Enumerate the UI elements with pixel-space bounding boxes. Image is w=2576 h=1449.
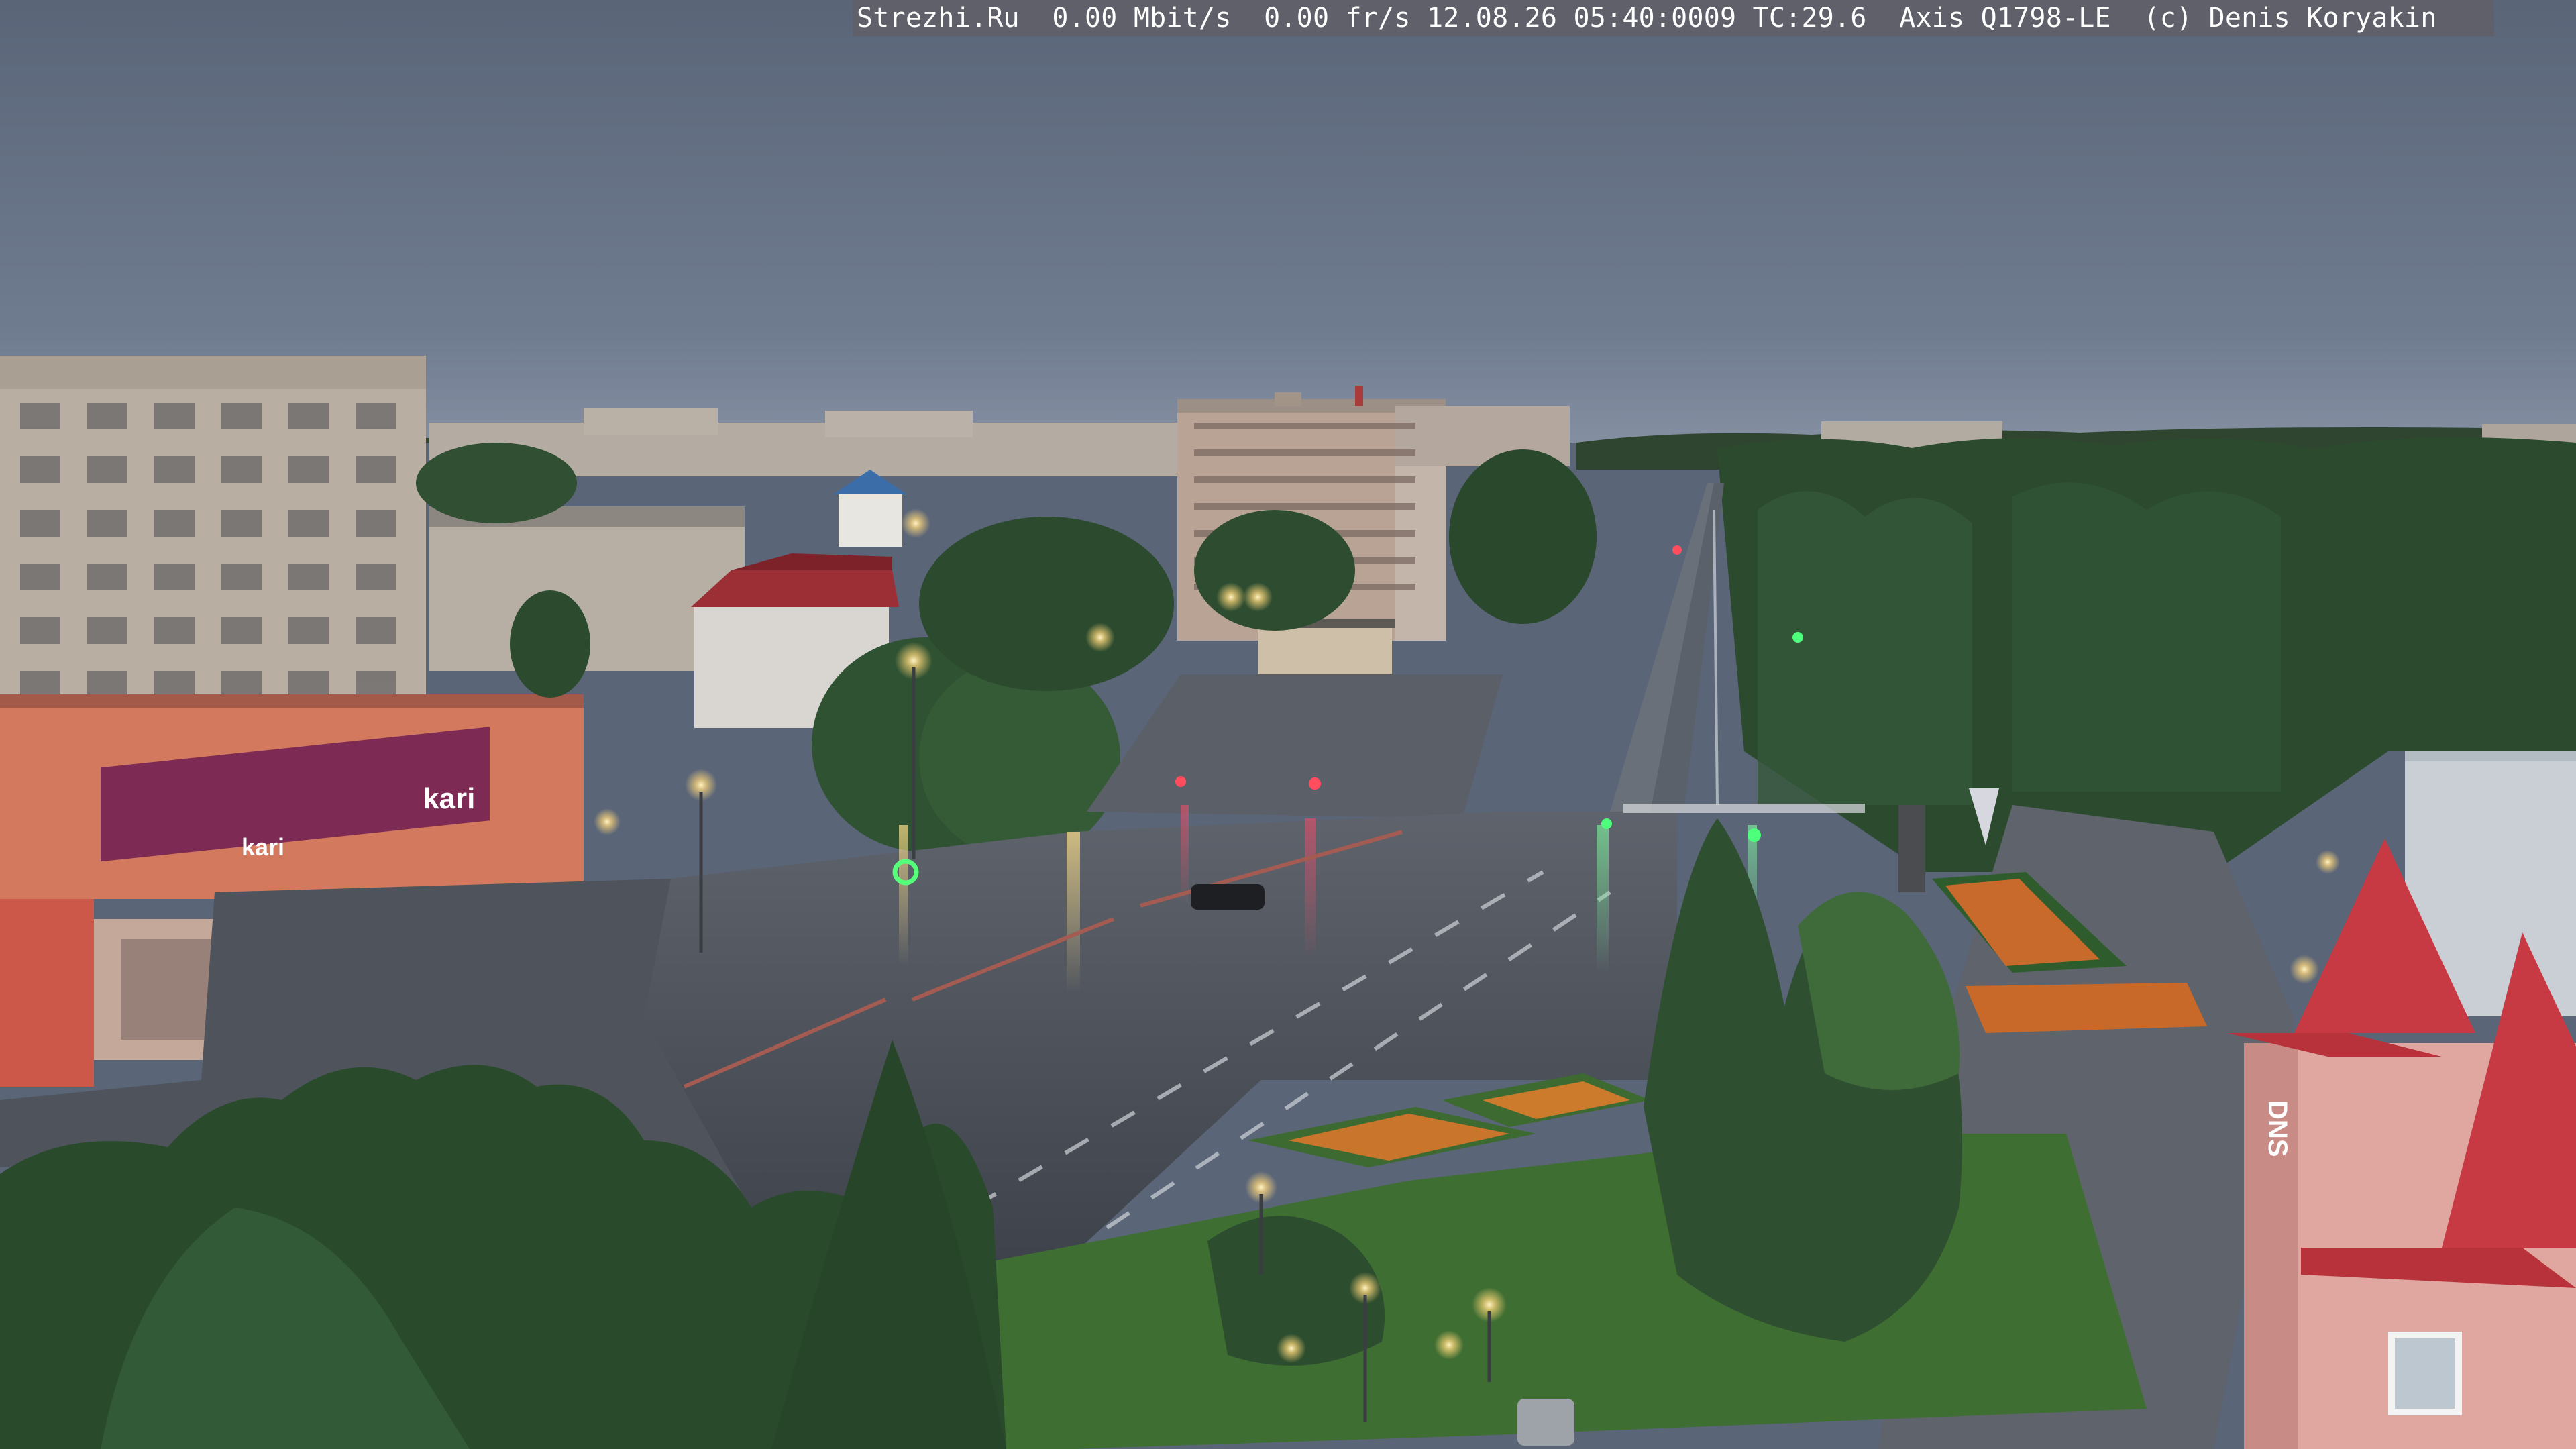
overlay-timestamp: 12.08.26 05:40:0009: [1426, 3, 1737, 34]
dns-sign: DNS: [2263, 1100, 2292, 1157]
parked-car: [1191, 884, 1265, 910]
crosswalk: [1623, 804, 1865, 813]
overlay-site: Strezhi.Ru: [857, 3, 1020, 34]
reflection-yellow: [1067, 832, 1080, 993]
overlay-camera-model: Axis Q1798-LE: [1899, 3, 2111, 34]
overlay-temperature: TC:29.6: [1752, 3, 1867, 34]
overlay-bitrate: 0.00 Mbit/s: [1052, 3, 1232, 34]
shop-sign-kari: kari: [423, 782, 475, 815]
reflection-green: [1597, 825, 1609, 973]
city-street-scene: kari kari DNS: [0, 0, 2576, 1449]
camera-status-overlay: Strezhi.Ru 0.00 Mbit/s 0.00 fr/s 12.08.2…: [853, 0, 2494, 36]
shop-sign-kari-lower: kari: [241, 833, 284, 861]
reflection-red: [1305, 818, 1316, 959]
overlay-framerate: 0.00 fr/s: [1264, 3, 1411, 34]
overlay-copyright: (c) Denis Koryakin: [2143, 3, 2437, 34]
blue-roof-tower: [833, 470, 907, 547]
monument: [1898, 805, 1925, 892]
plaza-parking-lot: [1087, 674, 1503, 818]
webcam-frame: kari kari DNS Strezhi.Ru 0.00 Mbit/s 0.0…: [0, 0, 2576, 1449]
